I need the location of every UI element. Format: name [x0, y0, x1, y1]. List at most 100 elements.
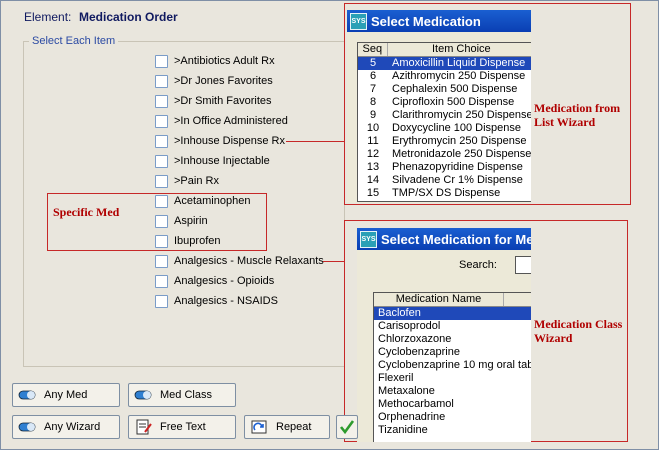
medication-row[interactable]: 11 Erythromycin 250 Dispense	[358, 135, 531, 148]
checklist-item-label: >In Office Administered	[174, 115, 288, 127]
med-class-button[interactable]: Med Class	[128, 383, 236, 407]
seq-column-header[interactable]: Seq	[358, 43, 388, 56]
element-label: Element:	[24, 10, 72, 24]
medication-name-row[interactable]: Cyclobenzaprine	[374, 346, 531, 359]
app-icon: SYS	[350, 12, 367, 30]
seq-cell: 12	[366, 148, 380, 160]
medication-row[interactable]: 9 Clarithromycin 250 Dispense	[358, 109, 531, 122]
medication-name-row[interactable]: Flexeril	[374, 372, 531, 385]
item-choice-cell: Phenazopyridine Dispense	[392, 161, 523, 173]
medication-name-row[interactable]: Methocarbamol	[374, 398, 531, 411]
med-class-label: Med Class	[160, 389, 212, 401]
repeat-label: Repeat	[276, 421, 312, 433]
item-choice-cell: Silvadene Cr 1% Dispense	[392, 174, 523, 186]
group-title: Select Each Item	[29, 35, 119, 47]
medication-row[interactable]: 15 TMP/SX DS Dispense	[358, 187, 531, 200]
medication-name-row[interactable]: Orphenadrine	[374, 411, 531, 424]
specific-med-annotation-box	[47, 193, 267, 251]
checklist-item-label: Analgesics - NSAIDS	[174, 295, 278, 307]
medication-name-row[interactable]: Metaxalone	[374, 385, 531, 398]
select-medication-title: Select Medication	[371, 13, 481, 29]
medication-row[interactable]: 12 Metronidazole 250 Dispense	[358, 148, 531, 161]
checklist-item[interactable]: >Dr Smith Favorites	[155, 94, 272, 108]
pill-icon	[18, 390, 36, 400]
item-choice-cell: Cephalexin 500 Dispense	[392, 83, 518, 95]
medication-name-row[interactable]: Baclofen	[374, 307, 531, 320]
medication-row[interactable]: 13 Phenazopyridine Dispense	[358, 161, 531, 174]
app-icon: SYS	[360, 230, 377, 248]
select-medication-for-title: Select Medication for Me	[381, 231, 531, 247]
seq-cell: 13	[366, 161, 380, 173]
medication-row[interactable]: 10 Doxycycline 100 Dispense	[358, 122, 531, 135]
any-wizard-button[interactable]: Any Wizard	[12, 415, 120, 439]
medication-order-editor: Element: Medication Order Select Each It…	[0, 0, 659, 450]
search-input[interactable]	[515, 256, 531, 274]
item-choice-cell: Metronidazole 250 Dispense	[392, 148, 531, 160]
medication-row[interactable]: 5 Amoxicillin Liquid Dispense	[358, 57, 531, 70]
medication-name-list[interactable]: Medication Name Baclofen Carisoprodol Chlo…	[373, 292, 531, 442]
medication-name-column-header[interactable]: Medication Name	[374, 293, 504, 306]
checklist-item[interactable]: >Dr Jones Favorites	[155, 74, 273, 88]
medication-list[interactable]: Seq Item Choice 5 Amoxicillin Liquid Disp…	[357, 42, 531, 202]
checklist-item[interactable]: Analgesics - NSAIDS	[155, 294, 278, 308]
seq-cell: 14	[366, 174, 380, 186]
item-choice-cell: Ciprofloxin 500 Dispense	[392, 96, 515, 108]
checkbox[interactable]	[155, 254, 168, 268]
pill-icon	[134, 390, 152, 400]
checkbox[interactable]	[155, 114, 168, 128]
medication-name-row[interactable]: Chlorzoxazone	[374, 333, 531, 346]
checklist-item[interactable]: Analgesics - Opioids	[155, 274, 274, 288]
any-med-button[interactable]: Any Med	[12, 383, 120, 407]
select-medication-for-titlebar: SYS Select Medication for Me	[357, 228, 531, 250]
checkbox[interactable]	[155, 134, 168, 148]
repeat-button[interactable]: Repeat	[244, 415, 330, 439]
item-choice-cell: Doxycycline 100 Dispense	[392, 122, 522, 134]
medication-row[interactable]: 6 Azithromycin 250 Dispense	[358, 70, 531, 83]
item-choice-cell: Amoxicillin Liquid Dispense	[392, 57, 526, 69]
medication-name-row[interactable]: Carisoprodol	[374, 320, 531, 333]
checklist-item-label: >Inhouse Dispense Rx	[174, 135, 285, 147]
medication-name-header: Medication Name	[374, 293, 531, 307]
medication-row[interactable]: 14 Silvadene Cr 1% Dispense	[358, 174, 531, 187]
seq-cell: 10	[366, 122, 380, 134]
item-choice-cell: Erythromycin 250 Dispense	[392, 135, 527, 147]
checklist-item[interactable]: Analgesics - Muscle Relaxants	[155, 254, 324, 268]
class-wizard-connector	[323, 261, 344, 262]
seq-cell: 8	[369, 96, 377, 108]
checkbox[interactable]	[155, 294, 168, 308]
medication-list-header: Seq Item Choice	[358, 43, 531, 57]
list-wizard-connector	[286, 141, 344, 142]
seq-cell: 11	[367, 135, 379, 147]
search-label: Search:	[459, 259, 497, 271]
checklist-item[interactable]: >Inhouse Injectable	[155, 154, 270, 168]
item-choice-cell: TMP/SX DS Dispense	[392, 187, 501, 199]
checkmark-icon	[339, 420, 355, 435]
medication-name-row[interactable]: Cyclobenzaprine 10 mg oral tab	[374, 359, 531, 372]
checklist-item[interactable]: >Inhouse Dispense Rx	[155, 134, 285, 148]
checkbox[interactable]	[155, 274, 168, 288]
checklist-item[interactable]: >Pain Rx	[155, 174, 219, 188]
item-choice-column-header[interactable]: Item Choice	[388, 43, 531, 56]
checklist-item[interactable]: >Antibiotics Adult Rx	[155, 54, 275, 68]
medication-row[interactable]: 8 Ciprofloxin 500 Dispense	[358, 96, 531, 109]
checklist-item[interactable]: >In Office Administered	[155, 114, 288, 128]
medication-name-row[interactable]: Tizanidine	[374, 424, 531, 437]
select-medication-titlebar: SYS Select Medication	[347, 10, 531, 32]
checklist-item-label: >Dr Jones Favorites	[174, 75, 273, 87]
list-wizard-annotation: Medication from List Wizard	[534, 101, 621, 129]
checkbox[interactable]	[155, 54, 168, 68]
item-choice-cell: Clarithromycin 250 Dispense	[392, 109, 531, 121]
select-medication-window: SYS Select Medication Seq Item Choice 5 A…	[347, 10, 531, 203]
checkbox[interactable]	[155, 154, 168, 168]
seq-cell: 5	[369, 57, 377, 69]
select-medication-for-window: SYS Select Medication for Me Search: Med…	[357, 228, 531, 442]
medication-row[interactable]: 7 Cephalexin 500 Dispense	[358, 83, 531, 96]
checkbox[interactable]	[155, 74, 168, 88]
checkbox[interactable]	[155, 94, 168, 108]
edit-document-icon	[136, 419, 152, 435]
checkbox[interactable]	[155, 174, 168, 188]
free-text-button[interactable]: Free Text	[128, 415, 236, 439]
seq-cell: 6	[369, 70, 377, 82]
ok-button[interactable]	[336, 415, 358, 439]
pill-icon	[18, 422, 36, 432]
